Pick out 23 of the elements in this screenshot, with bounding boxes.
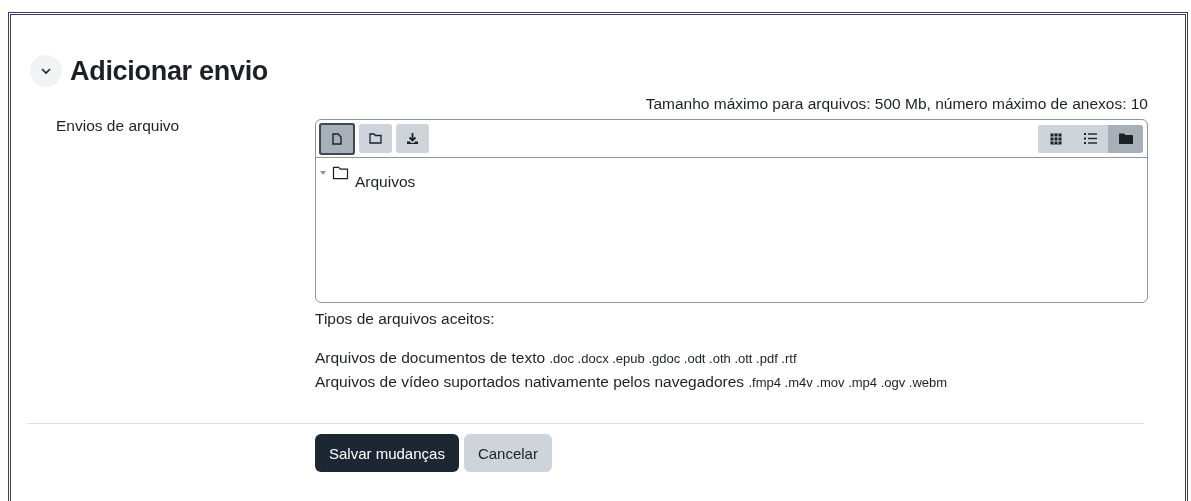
upload-limits-text: Tamanho máximo para arquivos: 500 Mb, número máximo de anexos: 10 [645,95,1148,112]
folder-icon [369,132,382,144]
cancel-button[interactable]: Cancelar [463,434,552,472]
collapse-toggle[interactable] [30,55,62,87]
folder-icon [332,166,349,180]
file-type-line: Arquivos de documentos de texto .doc .docx .epub .gdoc .odt .oth .ott .pdf .rtf [315,349,797,366]
download-button[interactable] [396,123,429,153]
tree-button[interactable] [1108,124,1143,153]
section-title: Adicionar envio [70,55,269,87]
list-icon [1084,133,1097,144]
caret-icon[interactable] [320,170,326,176]
chevron-icon [40,67,52,75]
folder-button[interactable] [359,123,392,153]
file-icon [332,132,342,145]
field-label: Envios de arquivo [56,117,180,134]
folder-label[interactable]: Arquivos [355,173,416,191]
save-button[interactable]: Salvar mudanças [315,434,459,472]
download-icon [406,131,419,145]
file-button[interactable] [319,122,355,155]
accepted-types-label: Tipos de arquivos aceitos: [315,310,495,327]
file-type-line: Arquivos de vídeo suportados nativamente pelos navegadores .fmp4 .m4v .mov .mp4 .ogv .webm [315,373,948,390]
grid-icon [1049,132,1062,145]
folder-icon [1118,132,1133,145]
